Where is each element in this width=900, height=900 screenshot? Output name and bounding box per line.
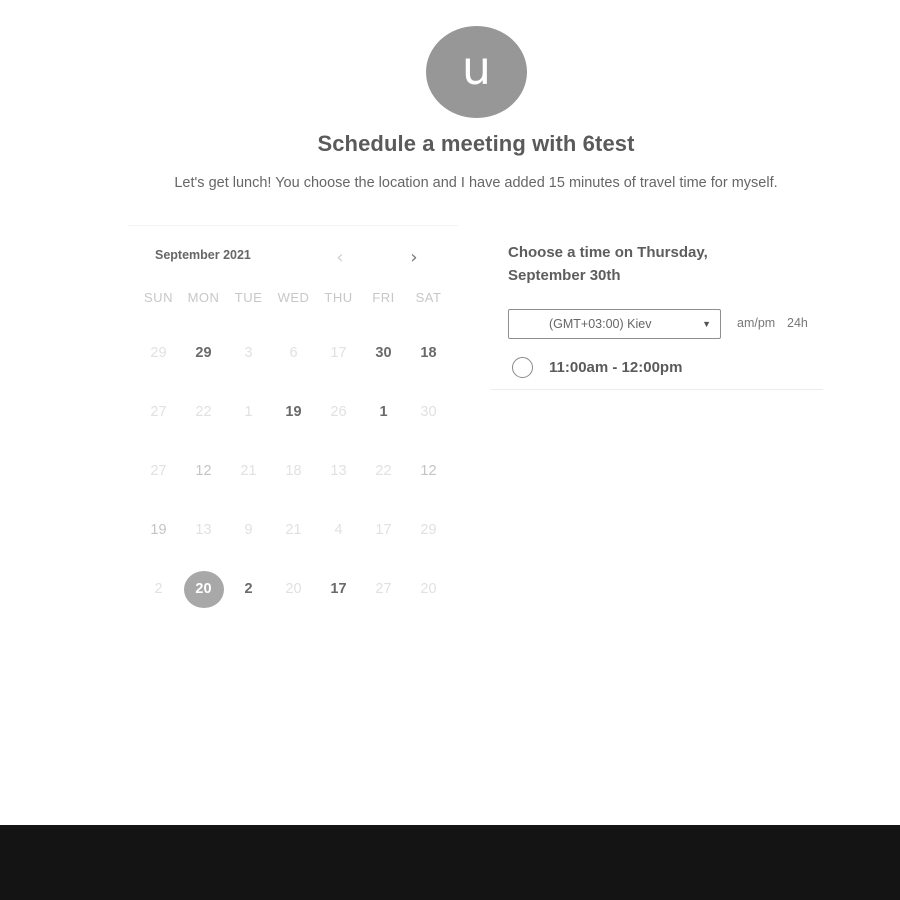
calendar-day-disabled: 18 bbox=[285, 462, 302, 479]
meeting-description: Let's get lunch! You choose the location… bbox=[174, 175, 778, 191]
calendar-grid: 29 29 3 6 17 30 18 27 22 1 19 26 1 30 27 12 21 18 13 22 12 19… bbox=[136, 323, 451, 618]
weekday-label: TUE bbox=[234, 290, 263, 305]
chevron-right-icon[interactable]: › bbox=[405, 249, 423, 267]
calendar-day-number: 20 bbox=[183, 570, 224, 608]
calendar-day-disabled: 6 bbox=[289, 344, 298, 361]
calendar-day-disabled: 27 bbox=[150, 462, 167, 479]
weekday-label: THU bbox=[324, 290, 353, 305]
calendar-day-disabled: 27 bbox=[375, 580, 392, 597]
time-slot-option[interactable]: 11:00am - 12:00pm bbox=[512, 355, 682, 379]
calendar-day-disabled: 4 bbox=[334, 521, 343, 538]
calendar-week-row: 29 29 3 6 17 30 18 bbox=[136, 323, 451, 382]
chevron-left-icon[interactable]: ‹ bbox=[331, 249, 349, 267]
time-slot-divider bbox=[491, 389, 823, 390]
calendar-day-disabled: 22 bbox=[375, 462, 392, 479]
calendar-day-disabled: 27 bbox=[150, 403, 167, 420]
time-slot-label: 11:00am - 12:00pm bbox=[549, 358, 683, 376]
timezone-select[interactable]: (GMT+03:00) Kiev ▼ bbox=[508, 309, 721, 339]
page-title: Schedule a meeting with 6test bbox=[317, 131, 635, 156]
timezone-value: (GMT+03:00) Kiev bbox=[549, 317, 652, 331]
calendar-day-disabled: 20 bbox=[285, 580, 302, 597]
calendar-day-available[interactable]: 30 bbox=[361, 333, 406, 373]
calendar-day-disabled: 29 bbox=[150, 344, 167, 361]
calendar-day-disabled: 20 bbox=[420, 580, 437, 597]
weekday-header: SUN MON TUE WED THU FRI SAT bbox=[136, 290, 451, 305]
calendar-day-disabled: 22 bbox=[195, 403, 212, 420]
calendar-day: 12 bbox=[195, 462, 212, 479]
calendar-day-disabled: 2 bbox=[154, 580, 163, 597]
format-24h-toggle[interactable]: 24h bbox=[787, 316, 808, 330]
calendar-month-label: September 2021 bbox=[155, 248, 251, 262]
calendar-day: 19 bbox=[150, 521, 167, 538]
calendar-day-available[interactable]: 1 bbox=[361, 392, 406, 432]
calendar-day-disabled: 17 bbox=[330, 344, 347, 361]
weekday-label: MON bbox=[187, 290, 220, 305]
calendar-week-row: 27 12 21 18 13 22 12 bbox=[136, 441, 451, 500]
weekday-label: WED bbox=[277, 290, 310, 305]
calendar-day-disabled: 30 bbox=[420, 403, 437, 420]
calendar-day-available[interactable]: 29 bbox=[181, 333, 226, 373]
weekday-label: SAT bbox=[415, 290, 442, 305]
calendar-day-available[interactable]: 2 bbox=[226, 569, 271, 609]
format-ampm-toggle[interactable]: am/pm bbox=[737, 316, 775, 330]
calendar-day-disabled: 1 bbox=[244, 403, 253, 420]
calendar-day: 12 bbox=[420, 462, 437, 479]
host-avatar: u bbox=[426, 26, 527, 118]
calendar-day-disabled: 17 bbox=[375, 521, 392, 538]
calendar-day-disabled: 26 bbox=[330, 403, 347, 420]
time-picker-heading: Choose a time on Thursday, September 30t… bbox=[508, 244, 708, 284]
footer-bar bbox=[0, 825, 900, 900]
calendar-day-disabled: 13 bbox=[330, 462, 347, 479]
calendar-day-disabled: 9 bbox=[244, 521, 253, 538]
calendar-week-row: 2 20 2 20 17 27 20 bbox=[136, 559, 451, 618]
caret-down-icon: ▼ bbox=[702, 319, 711, 329]
calendar-day-disabled: 21 bbox=[240, 462, 257, 479]
calendar-week-row: 19 13 9 21 4 17 29 bbox=[136, 500, 451, 559]
scheduling-page: u Schedule a meeting with 6test Let's ge… bbox=[0, 0, 900, 900]
calendar-day-selected[interactable]: 20 bbox=[181, 569, 226, 609]
calendar-day-disabled: 29 bbox=[420, 521, 437, 538]
radio-button[interactable] bbox=[512, 356, 533, 378]
calendar-week-row: 27 22 1 19 26 1 30 bbox=[136, 382, 451, 441]
weekday-label: SUN bbox=[144, 290, 173, 305]
calendar-day-disabled: 13 bbox=[195, 521, 212, 538]
calendar-day-disabled: 21 bbox=[285, 521, 302, 538]
calendar-top-divider bbox=[128, 225, 458, 226]
calendar-day-disabled: 3 bbox=[244, 344, 253, 361]
calendar-day-available[interactable]: 17 bbox=[316, 569, 361, 609]
avatar-initial: u bbox=[461, 41, 492, 95]
calendar-day-available[interactable]: 19 bbox=[271, 392, 316, 432]
weekday-label: FRI bbox=[372, 290, 395, 305]
calendar-day-available[interactable]: 18 bbox=[406, 333, 451, 373]
